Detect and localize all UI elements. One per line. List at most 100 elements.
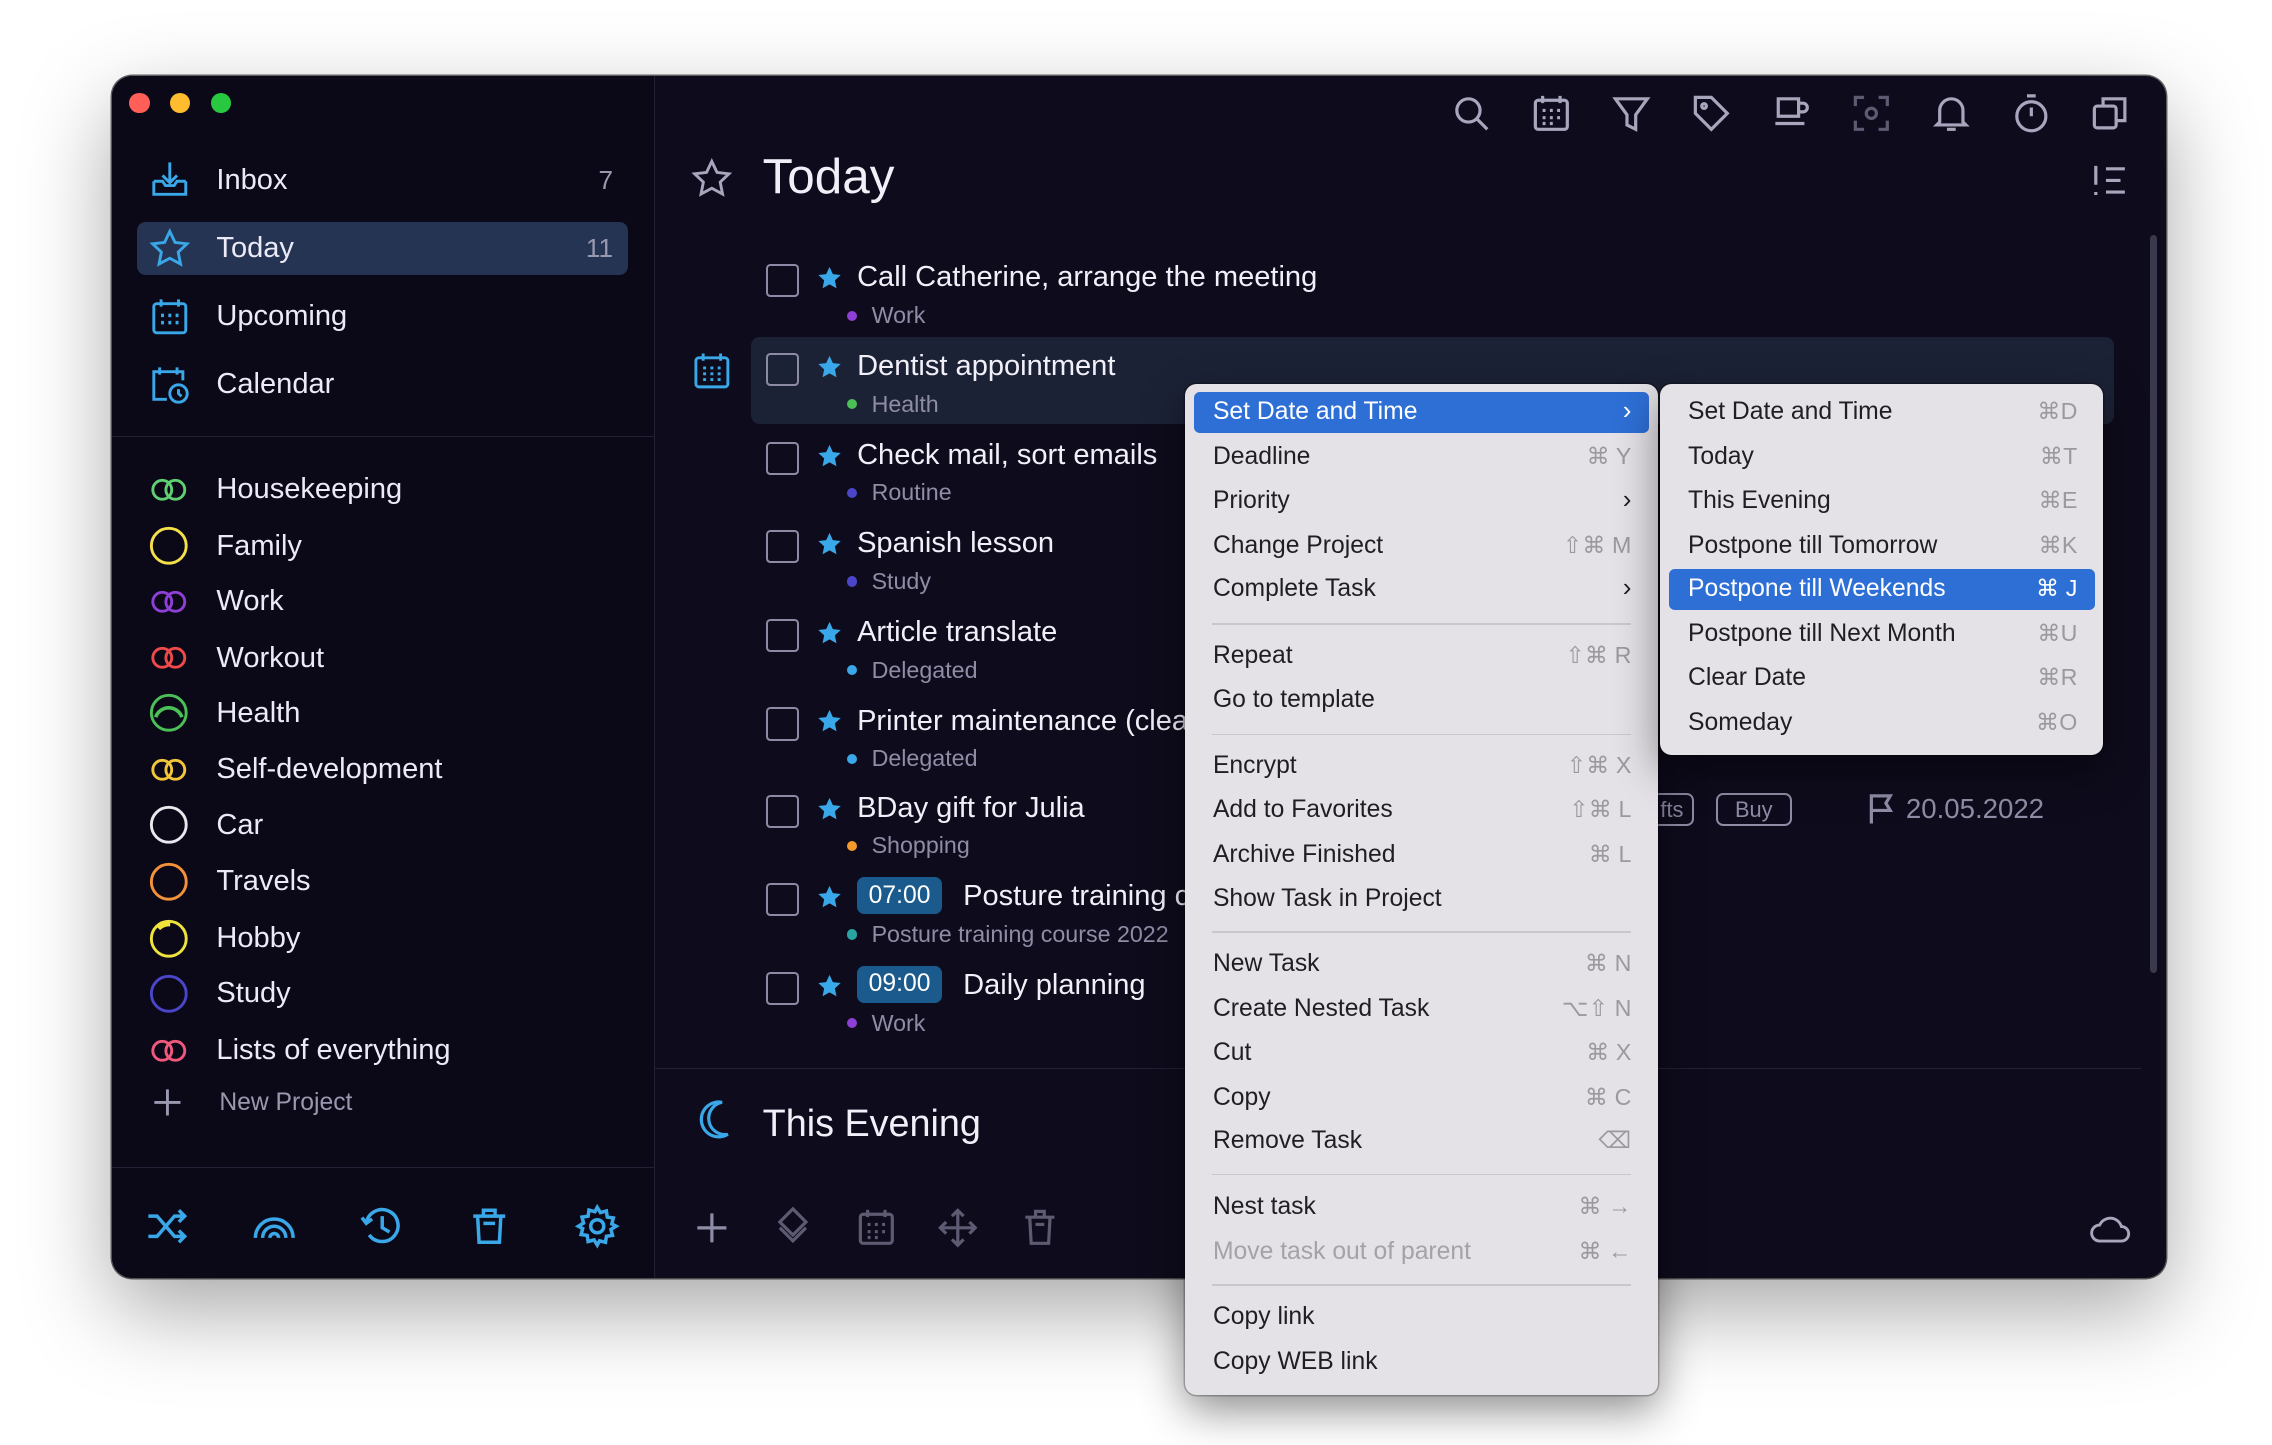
project-housekeeping[interactable]: Housekeeping: [147, 465, 402, 514]
close-window-button[interactable]: [129, 92, 150, 114]
task-title: BDay gift for Julia: [857, 791, 1085, 824]
submenu-set-date-and-time: Set Date and Time ⌘D Today ⌘T This Evening…: [1660, 383, 2104, 756]
focus-icon[interactable]: [1851, 93, 1892, 134]
task-project: Routine: [846, 479, 952, 506]
task-checkbox[interactable]: [765, 794, 799, 828]
menu-item-shortcut: ⌘U: [2037, 620, 2078, 647]
submenu-item-this-evening[interactable]: This Evening ⌘E: [1669, 481, 2095, 522]
move-diamond-icon[interactable]: [774, 1206, 812, 1247]
submenu-item-postpone-tomorrow[interactable]: Postpone till Tomorrow ⌘K: [1669, 526, 2095, 567]
menu-item-complete-task[interactable]: Complete Task ›: [1194, 569, 1649, 610]
sort-priority-icon[interactable]: [2090, 163, 2128, 198]
move-arrows-icon[interactable]: [936, 1206, 980, 1250]
menu-item-label: Set Date and Time: [1688, 398, 1893, 425]
sidebar-item-calendar[interactable]: Calendar: [137, 359, 628, 411]
tag-icon[interactable]: [1691, 93, 1732, 134]
menu-item-repeat[interactable]: Repeat ⇧⌘ R: [1194, 636, 1649, 677]
shuffle-icon[interactable]: [144, 1203, 190, 1249]
sidebar-item-today[interactable]: Today 11: [136, 222, 628, 275]
menu-item-copy[interactable]: Copy ⌘ C: [1194, 1078, 1649, 1119]
cloud-icon[interactable]: [2088, 1212, 2132, 1244]
calendar-icon[interactable]: [1531, 93, 1572, 134]
submenu-item-set-date-and-time[interactable]: Set Date and Time ⌘D: [1669, 392, 2095, 433]
menu-item-label: Postpone till Next Month: [1688, 620, 1956, 648]
menu-item-shortcut: ⌥⇧ N: [1561, 995, 1632, 1022]
menu-item-deadline[interactable]: Deadline ⌘ Y: [1194, 437, 1649, 478]
stopwatch-icon[interactable]: [2011, 93, 2052, 134]
menu-item-label: This Evening: [1688, 486, 1831, 514]
trash-icon[interactable]: [466, 1203, 512, 1249]
submenu-item-today[interactable]: Today ⌘T: [1669, 437, 2095, 478]
project-study[interactable]: Study: [147, 969, 291, 1018]
project-car[interactable]: Car: [147, 800, 263, 849]
menu-item-priority[interactable]: Priority ›: [1194, 481, 1649, 522]
task-checkbox[interactable]: [765, 883, 799, 917]
bell-icon[interactable]: [1931, 93, 1972, 134]
filter-icon[interactable]: [1611, 93, 1652, 134]
project-label: Lists of everything: [216, 1033, 451, 1066]
sidebar-item-inbox[interactable]: Inbox 7: [137, 154, 628, 206]
sidebar-item-upcoming[interactable]: Upcoming: [137, 291, 628, 343]
menu-item-archive-finished[interactable]: Archive Finished ⌘ L: [1194, 835, 1649, 876]
inbox-icon: [152, 162, 188, 197]
menu-item-set-date-and-time[interactable]: Set Date and Time ›: [1194, 392, 1649, 433]
moon-icon: [699, 1100, 729, 1139]
menu-item-cut[interactable]: Cut ⌘ X: [1194, 1033, 1649, 1074]
submenu-item-postpone-next-month[interactable]: Postpone till Next Month ⌘U: [1669, 614, 2095, 655]
plus-icon[interactable]: [693, 1209, 731, 1247]
scrollbar[interactable]: [2149, 235, 2158, 974]
submenu-item-postpone-weekends[interactable]: Postpone till Weekends ⌘ J: [1669, 569, 2095, 611]
tag-chip-buy[interactable]: Buy: [1715, 793, 1792, 827]
menu-item-change-project[interactable]: Change Project ⇧⌘ M: [1194, 526, 1649, 567]
new-project-button[interactable]: New Project: [147, 1085, 352, 1120]
menu-item-add-to-favorites[interactable]: Add to Favorites ⇧⌘ L: [1194, 790, 1649, 831]
submenu-item-clear-date[interactable]: Clear Date ⌘R: [1669, 658, 2095, 699]
project-hobby[interactable]: Hobby: [147, 914, 300, 963]
menu-item-label: Cut: [1212, 1038, 1252, 1066]
task-row[interactable]: Call Catherine, arrange the meeting Work: [751, 261, 2114, 348]
trash-icon[interactable]: [1021, 1207, 1059, 1248]
coffee-cup-icon[interactable]: [1771, 93, 1812, 134]
search-icon[interactable]: [1451, 93, 1492, 134]
menu-item-nest-task[interactable]: Nest task ⌘ →: [1194, 1187, 1649, 1228]
menu-item-show-task-in-project[interactable]: Show Task in Project: [1194, 879, 1649, 920]
task-checkbox[interactable]: [765, 352, 799, 387]
menu-item-copy-link[interactable]: Copy link: [1194, 1297, 1649, 1338]
menu-item-label: Set Date and Time: [1212, 398, 1418, 425]
broadcast-icon[interactable]: [251, 1203, 297, 1249]
task-checkbox[interactable]: [765, 971, 799, 1005]
project-label: Workout: [216, 641, 325, 674]
project-lists-of-everything[interactable]: Lists of everything: [147, 1026, 451, 1075]
menu-item-shortcut: ⇧⌘ R: [1565, 642, 1632, 669]
submenu-item-someday[interactable]: Someday ⌘O: [1669, 703, 2095, 744]
project-health[interactable]: Health: [147, 689, 300, 738]
calendar-icon[interactable]: [856, 1207, 897, 1248]
tag-chip[interactable]: fts: [1651, 793, 1695, 827]
menu-item-label: Add to Favorites: [1212, 796, 1393, 824]
menu-item-encrypt[interactable]: Encrypt ⇧⌘ X: [1194, 747, 1649, 788]
windows-icon[interactable]: [2090, 93, 2131, 134]
minimize-window-button[interactable]: [169, 92, 191, 114]
project-family[interactable]: Family: [147, 522, 302, 571]
menu-item-copy-web-link[interactable]: Copy WEB link: [1194, 1342, 1649, 1383]
menu-item-go-to-template[interactable]: Go to template: [1194, 680, 1649, 721]
task-checkbox[interactable]: [765, 707, 799, 741]
menu-item-remove-task[interactable]: Remove Task ⌫: [1194, 1121, 1649, 1162]
menu-item-shortcut: ⌘ ←: [1578, 1237, 1632, 1264]
task-checkbox[interactable]: [765, 618, 799, 652]
task-checkbox[interactable]: [765, 264, 799, 298]
gear-icon[interactable]: [574, 1203, 620, 1249]
menu-item-move-task-out-of-parent[interactable]: Move task out of parent ⌘ ←: [1194, 1232, 1649, 1273]
calendar-icon[interactable]: [693, 352, 731, 390]
project-self-development[interactable]: Self-development: [147, 745, 442, 794]
task-checkbox[interactable]: [765, 441, 799, 475]
project-work[interactable]: Work: [147, 577, 284, 626]
project-travels[interactable]: Travels: [147, 857, 311, 906]
menu-item-create-nested-task[interactable]: Create Nested Task ⌥⇧ N: [1194, 989, 1649, 1030]
task-checkbox[interactable]: [765, 530, 799, 564]
menu-item-label: Copy link: [1212, 1303, 1315, 1331]
maximize-window-button[interactable]: [210, 92, 231, 114]
menu-item-new-task[interactable]: New Task ⌘ N: [1194, 944, 1649, 985]
project-workout[interactable]: Workout: [147, 633, 324, 682]
history-icon[interactable]: [359, 1203, 405, 1249]
